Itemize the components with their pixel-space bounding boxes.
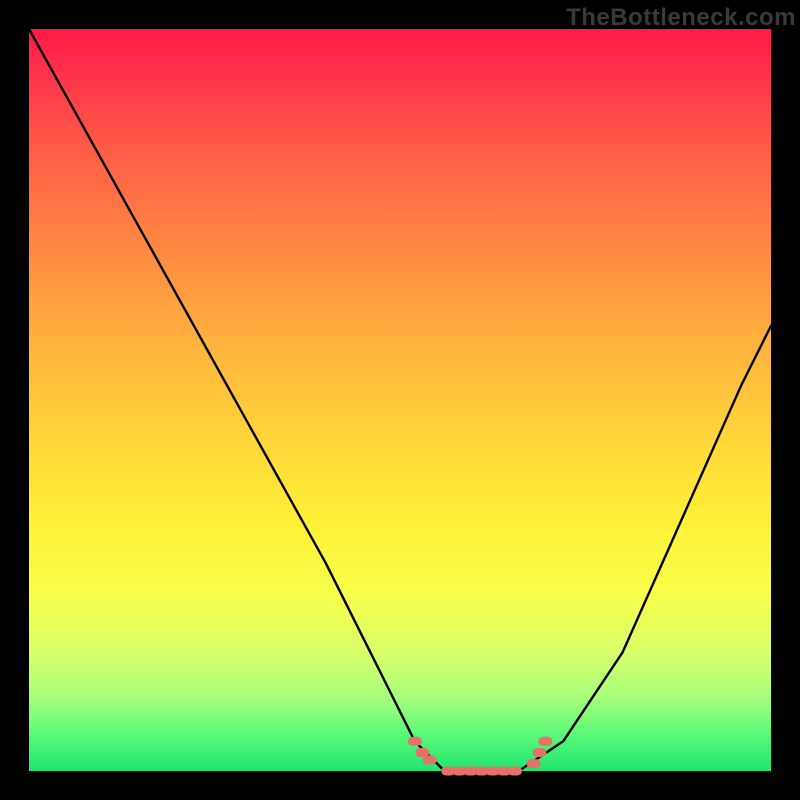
bottleneck-curve — [29, 29, 771, 771]
curve-marker — [533, 748, 547, 757]
curve-markers — [408, 737, 553, 776]
curve-marker — [508, 767, 522, 776]
watermark-text: TheBottleneck.com — [566, 4, 796, 32]
curve-marker — [408, 737, 422, 746]
curve-marker — [423, 755, 437, 764]
plot-area — [29, 29, 771, 771]
chart-container: TheBottleneck.com — [0, 0, 800, 800]
curve-svg — [29, 29, 771, 771]
curve-marker — [527, 759, 541, 768]
curve-marker — [538, 737, 552, 746]
